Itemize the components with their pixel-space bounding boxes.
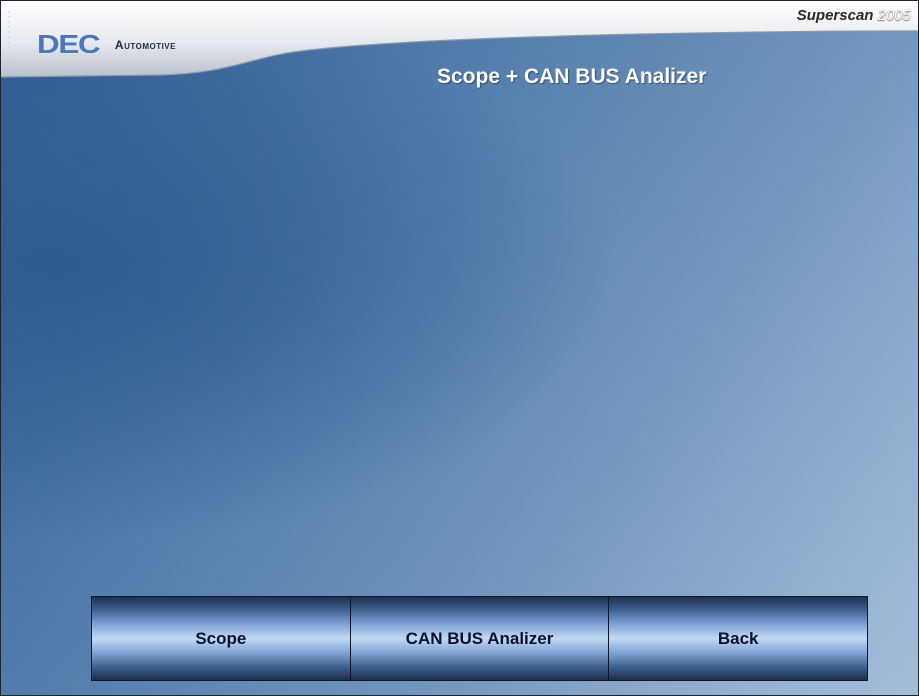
page-title: Scope + CAN BUS Analizer — [437, 65, 707, 88]
bottom-button-bar: Scope CAN BUS Analizer Back — [91, 596, 868, 681]
app-name: Superscan — [796, 7, 874, 24]
company-logo: DEC Automotive — [37, 29, 176, 60]
can-bus-analizer-button[interactable]: CAN BUS Analizer — [350, 597, 610, 680]
app-window: DEC Automotive Superscan 2005 Scope + CA… — [0, 0, 919, 696]
app-year: 2005 — [877, 7, 911, 24]
logo-text: Automotive — [114, 37, 176, 52]
scope-button[interactable]: Scope — [92, 597, 351, 680]
app-brand: Superscan 2005 — [797, 7, 911, 24]
logo-mark: DEC — [37, 29, 100, 59]
back-button[interactable]: Back — [609, 597, 868, 680]
background-texture — [1, 1, 918, 695]
